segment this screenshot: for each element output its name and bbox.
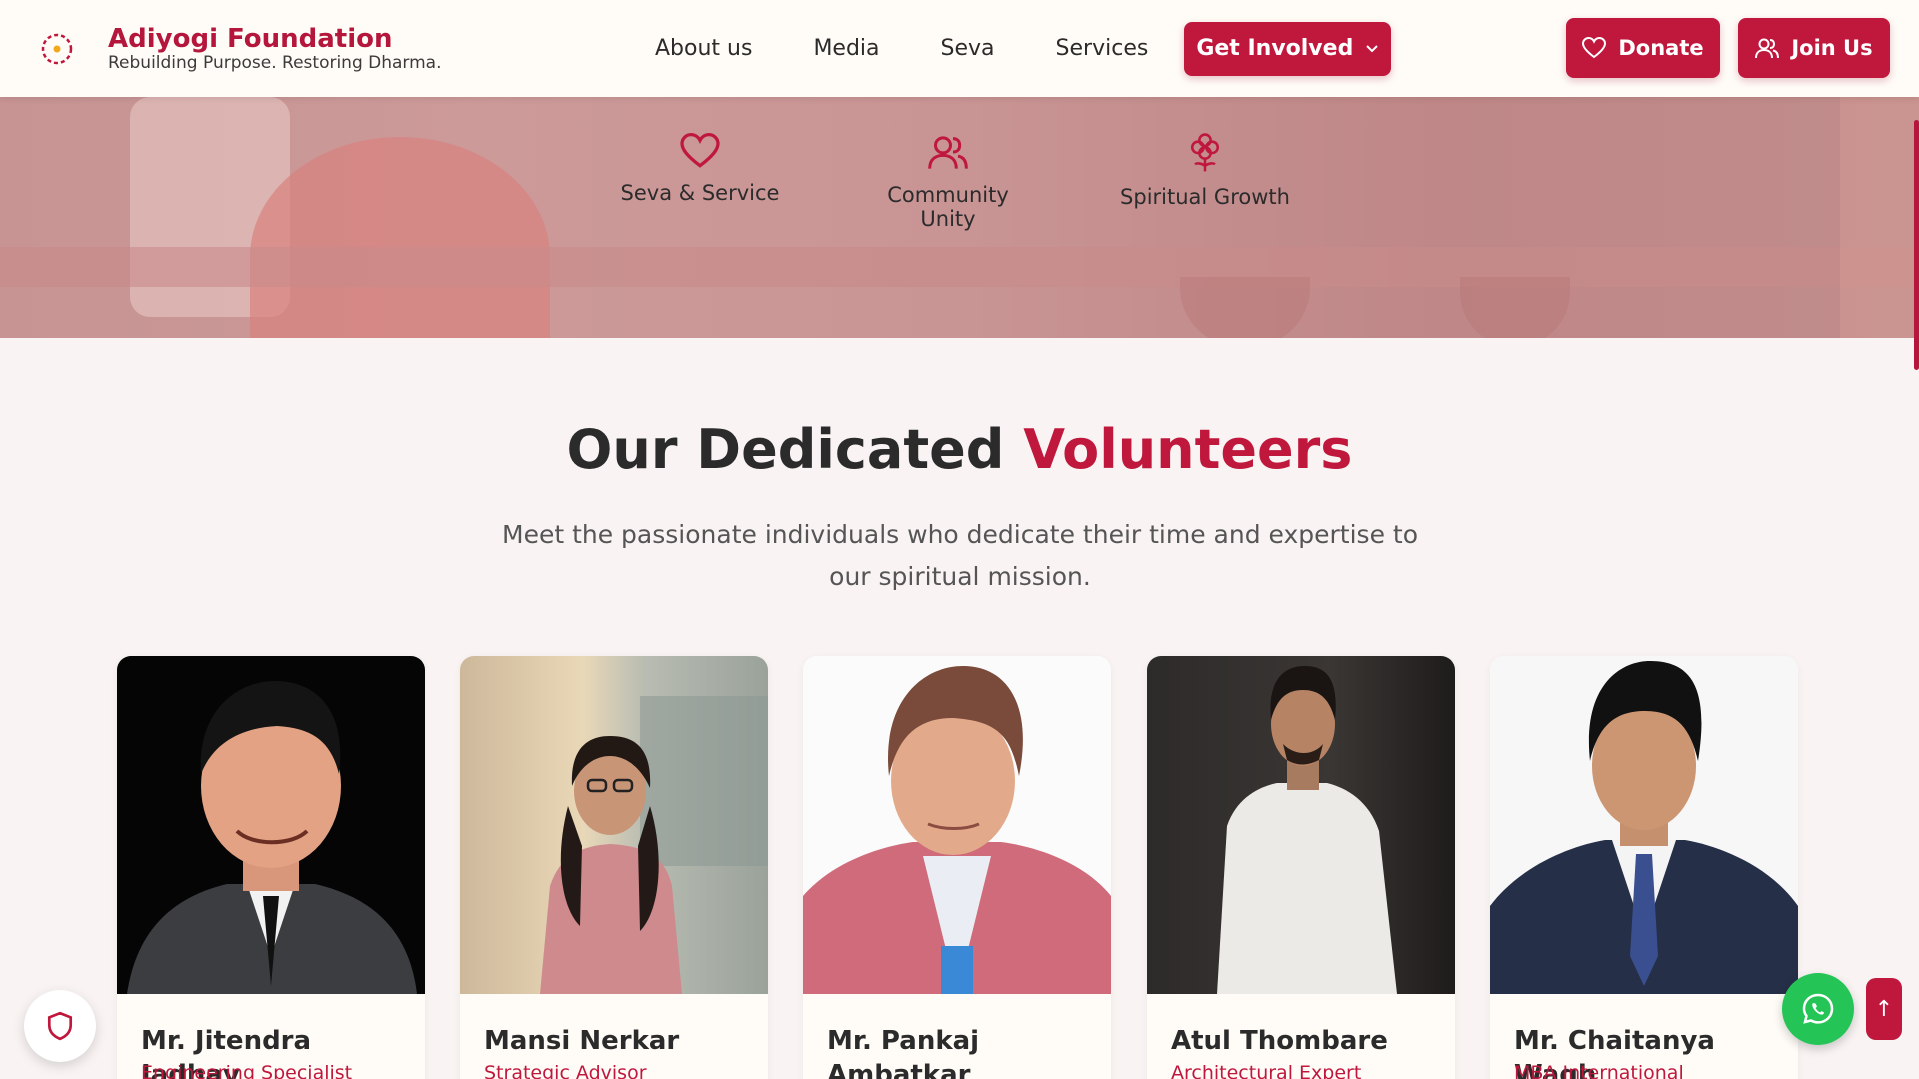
volunteer-photo xyxy=(117,656,425,994)
donate-button[interactable]: Donate xyxy=(1566,18,1720,78)
scroll-to-top-button[interactable]: ↑ xyxy=(1866,978,1902,1040)
volunteer-card[interactable]: Mr. Pankaj Ambatkar xyxy=(803,656,1111,1079)
hero-backdrop xyxy=(1840,97,1919,338)
section-title-accent: Volunteers xyxy=(1023,418,1353,481)
section-title-plain: Our Dedicated xyxy=(566,418,1005,481)
nav-about-us[interactable]: About us xyxy=(655,36,752,61)
section-subtitle: Meet the passionate individuals who dedi… xyxy=(502,520,1418,591)
volunteer-photo xyxy=(1147,656,1455,994)
flower-icon xyxy=(1190,133,1220,172)
volunteer-photo xyxy=(1490,656,1798,994)
hero-backdrop xyxy=(0,247,1919,287)
volunteer-photo xyxy=(460,656,768,994)
volunteer-photo xyxy=(803,656,1111,994)
feature-seva-service: Seva & Service xyxy=(620,133,780,205)
brand-tagline: Rebuilding Purpose. Restoring Dharma. xyxy=(108,53,442,73)
section-title: Our Dedicated Volunteers xyxy=(0,418,1919,481)
users-icon xyxy=(1755,38,1780,59)
feature-label: Community Unity xyxy=(887,183,1009,231)
main-nav: About us Media Seva Services Get Involve… xyxy=(655,0,1392,97)
nav-seva[interactable]: Seva xyxy=(941,36,995,61)
volunteer-card[interactable]: Mr. Chaitanya Wagh MBA International xyxy=(1490,656,1798,1079)
scrollbar-thumb[interactable] xyxy=(1914,120,1919,370)
volunteer-name: Mr. Pankaj Ambatkar xyxy=(827,1026,980,1079)
donate-label: Donate xyxy=(1618,36,1704,60)
volunteer-role: Strategic Advisor xyxy=(484,1062,647,1079)
arrow-up-icon: ↑ xyxy=(1874,996,1894,1022)
nav-services[interactable]: Services xyxy=(1056,36,1149,61)
hero-backdrop xyxy=(1180,277,1310,338)
site-header: Adiyogi Foundation Rebuilding Purpose. R… xyxy=(0,0,1919,97)
whatsapp-button[interactable] xyxy=(1782,973,1854,1045)
volunteer-card[interactable]: Atul Thombare Architectural Expert xyxy=(1147,656,1455,1079)
volunteer-role: MBA International xyxy=(1514,1062,1684,1079)
nav-media[interactable]: Media xyxy=(813,36,879,61)
volunteer-name: Mansi Nerkar xyxy=(484,1026,680,1056)
logo-icon[interactable] xyxy=(38,30,76,68)
volunteer-name: Atul Thombare xyxy=(1171,1026,1388,1056)
hero-banner: Seva & Service Community Unity Spiritual… xyxy=(0,97,1919,338)
feature-spiritual-growth: Spiritual Growth xyxy=(1115,133,1295,209)
join-us-label: Join Us xyxy=(1791,36,1873,60)
feature-community-unity: Community Unity xyxy=(858,133,1038,231)
chevron-down-icon xyxy=(1366,44,1379,52)
join-us-button[interactable]: Join Us xyxy=(1738,18,1890,78)
hero-backdrop xyxy=(250,137,550,338)
feature-label: Spiritual Growth xyxy=(1120,185,1290,209)
privacy-shield-button[interactable] xyxy=(24,990,96,1062)
volunteer-card[interactable]: Mr. Jitendra Jadhav Engineering Speciali… xyxy=(117,656,425,1079)
feature-label: Seva & Service xyxy=(620,181,780,205)
heart-icon xyxy=(680,133,720,168)
shield-icon xyxy=(47,1011,73,1041)
volunteer-role: Architectural Expert xyxy=(1171,1062,1362,1079)
heart-icon xyxy=(1582,37,1607,59)
users-icon xyxy=(928,136,968,169)
get-involved-label: Get Involved xyxy=(1196,36,1354,61)
whatsapp-icon xyxy=(1802,993,1834,1024)
volunteer-card[interactable]: Mansi Nerkar Strategic Advisor xyxy=(460,656,768,1079)
volunteer-role: Engineering Specialist xyxy=(141,1062,353,1079)
get-involved-button[interactable]: Get Involved xyxy=(1184,21,1392,76)
hero-backdrop xyxy=(1460,277,1570,338)
brand-title[interactable]: Adiyogi Foundation xyxy=(108,24,393,54)
